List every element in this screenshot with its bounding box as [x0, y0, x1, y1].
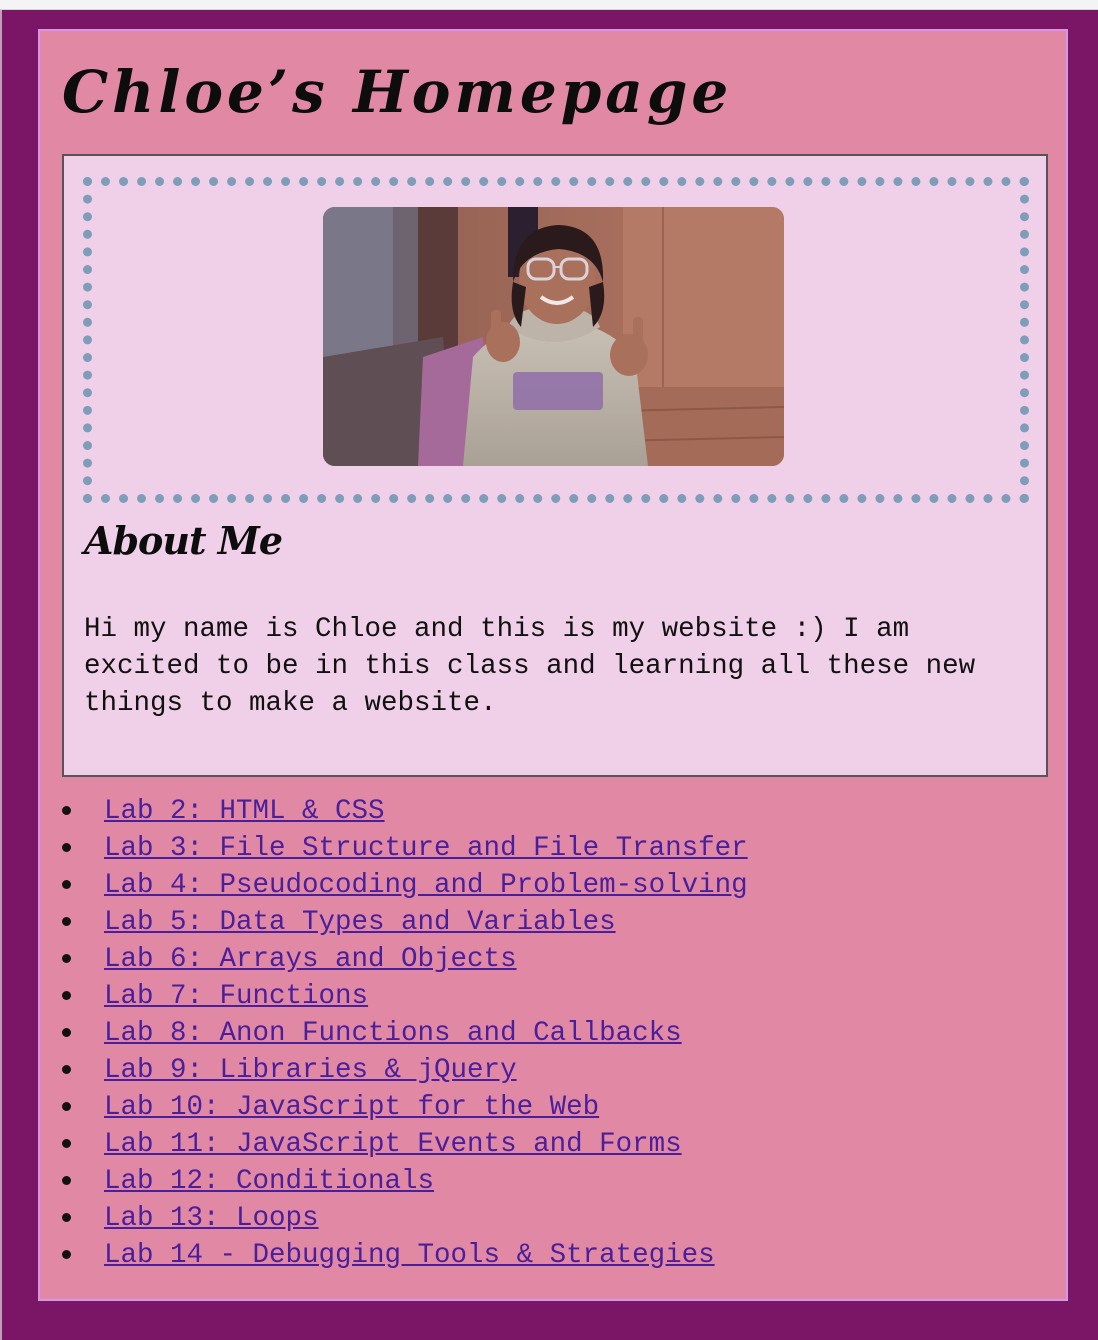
list-item: Lab 14 - Debugging Tools & Strategies: [62, 1237, 748, 1274]
bullet-icon: [62, 917, 71, 926]
photo-dotted-frame: [83, 177, 1029, 503]
list-item: Lab 9: Libraries & jQuery: [62, 1052, 748, 1089]
about-text: Hi my name is Chloe and this is my websi…: [84, 614, 976, 719]
lab-link[interactable]: Lab 12: Conditionals: [104, 1166, 434, 1197]
lab-link[interactable]: Lab 9: Libraries & jQuery: [104, 1055, 517, 1086]
bullet-icon: [62, 1028, 71, 1037]
lab-link[interactable]: Lab 11: JavaScript Events and Forms: [104, 1129, 682, 1160]
list-item: Lab 4: Pseudocoding and Problem-solving: [62, 867, 748, 904]
list-item: Lab 8: Anon Functions and Callbacks: [62, 1015, 748, 1052]
bullet-icon: [62, 1176, 71, 1185]
list-item: Lab 3: File Structure and File Transfer: [62, 830, 748, 867]
lab-link[interactable]: Lab 3: File Structure and File Transfer: [104, 833, 748, 864]
bullet-icon: [62, 843, 71, 852]
bullet-icon: [62, 880, 71, 889]
lab-link[interactable]: Lab 5: Data Types and Variables: [104, 907, 616, 938]
bullet-icon: [62, 1065, 71, 1074]
lab-links-list: Lab 2: HTML & CSS Lab 3: File Structure …: [62, 793, 748, 1274]
page-title: Chloe’s Homepage: [62, 58, 733, 126]
page-container: Chloe’s Homepage About Me Hi my name is …: [38, 29, 1068, 1301]
bullet-icon: [62, 806, 71, 815]
list-item: Lab 12: Conditionals: [62, 1163, 748, 1200]
list-item: Lab 6: Arrays and Objects: [62, 941, 748, 978]
about-heading: About Me: [84, 518, 283, 563]
lab-link[interactable]: Lab 14 - Debugging Tools & Strategies: [104, 1240, 715, 1271]
list-item: Lab 5: Data Types and Variables: [62, 904, 748, 941]
lab-link[interactable]: Lab 6: Arrays and Objects: [104, 944, 517, 975]
outer-frame: Chloe’s Homepage About Me Hi my name is …: [0, 10, 1098, 1340]
list-item: Lab 13: Loops: [62, 1200, 748, 1237]
bullet-icon: [62, 1250, 71, 1259]
lab-link[interactable]: Lab 10: JavaScript for the Web: [104, 1092, 599, 1123]
list-item: Lab 10: JavaScript for the Web: [62, 1089, 748, 1126]
list-item: Lab 2: HTML & CSS: [62, 793, 748, 830]
bullet-icon: [62, 1213, 71, 1222]
lab-link[interactable]: Lab 8: Anon Functions and Callbacks: [104, 1018, 682, 1049]
lab-link[interactable]: Lab 4: Pseudocoding and Problem-solving: [104, 870, 748, 901]
lab-link[interactable]: Lab 13: Loops: [104, 1203, 319, 1234]
profile-photo: [323, 207, 784, 466]
browser-top-edge: [0, 0, 1098, 10]
list-item: Lab 7: Functions: [62, 978, 748, 1015]
bullet-icon: [62, 991, 71, 1000]
lab-link[interactable]: Lab 7: Functions: [104, 981, 368, 1012]
list-item: Lab 11: JavaScript Events and Forms: [62, 1126, 748, 1163]
bullet-icon: [62, 1139, 71, 1148]
about-card: About Me Hi my name is Chloe and this is…: [62, 154, 1048, 777]
bullet-icon: [62, 1102, 71, 1111]
bullet-icon: [62, 954, 71, 963]
lab-link[interactable]: Lab 2: HTML & CSS: [104, 796, 385, 827]
